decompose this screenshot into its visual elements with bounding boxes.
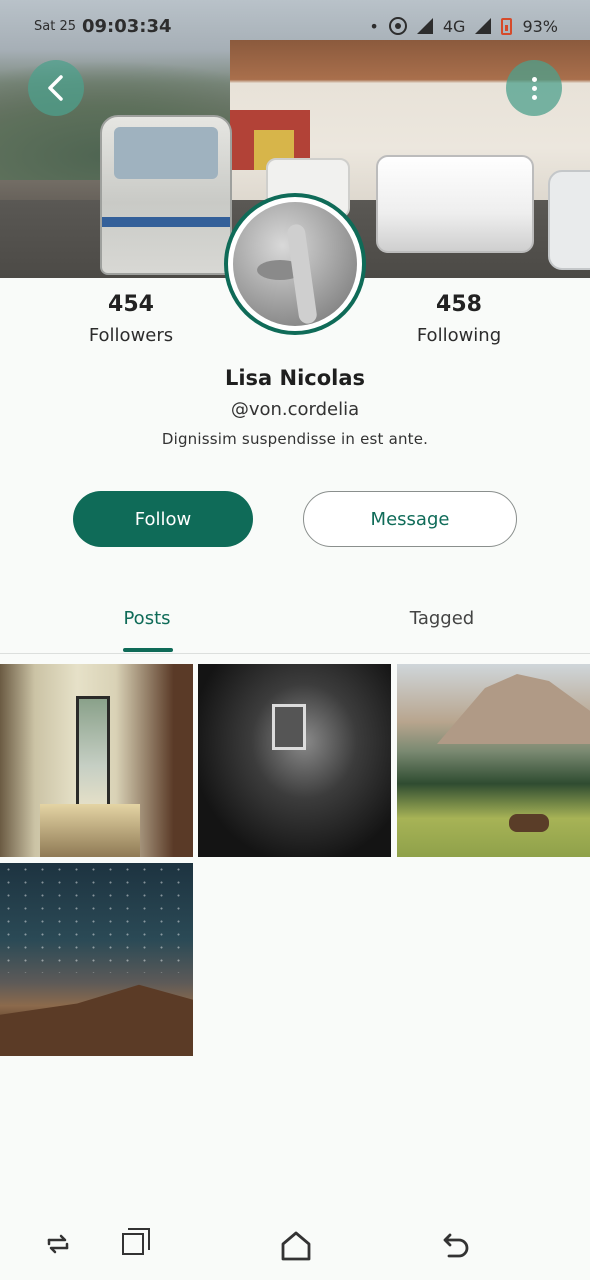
back-icon[interactable] bbox=[441, 1230, 471, 1260]
followers-stat[interactable]: 454 Followers bbox=[41, 292, 221, 346]
profile-handle: @von.cordelia bbox=[230, 399, 360, 420]
post-thumbnail[interactable] bbox=[0, 863, 193, 1056]
active-tab-indicator bbox=[123, 648, 173, 652]
post-thumbnail[interactable] bbox=[0, 664, 193, 857]
following-count: 458 bbox=[436, 292, 482, 317]
status-time: 09:03:34 bbox=[82, 15, 172, 37]
battery-level: 93% bbox=[522, 16, 558, 36]
back-button[interactable] bbox=[28, 60, 84, 116]
more-vertical-icon bbox=[531, 76, 537, 100]
profile-bio: Dignissim suspendisse in est ante. bbox=[161, 430, 429, 448]
post-thumbnail[interactable] bbox=[397, 664, 590, 857]
tab-posts[interactable]: Posts bbox=[67, 608, 227, 629]
status-day: Sat 25 bbox=[34, 18, 76, 34]
followers-count: 454 bbox=[108, 292, 154, 317]
signal-icon bbox=[416, 18, 433, 34]
following-stat[interactable]: 458 Following bbox=[369, 292, 549, 346]
profile-screen: Sat 25 09:03:34 • 4G 93% 454 Followers 4… bbox=[0, 0, 590, 1280]
follow-button[interactable]: Follow bbox=[73, 491, 253, 547]
profile-name: Lisa Nicolas bbox=[224, 366, 366, 390]
recent-apps-icon[interactable] bbox=[122, 1228, 150, 1255]
home-icon[interactable] bbox=[280, 1230, 312, 1262]
chevron-left-icon bbox=[48, 75, 63, 101]
avatar-photo bbox=[233, 202, 357, 326]
hotspot-icon bbox=[388, 17, 407, 35]
message-button[interactable]: Message bbox=[303, 491, 517, 547]
dot-icon: • bbox=[369, 16, 379, 36]
tab-tagged[interactable]: Tagged bbox=[362, 608, 522, 629]
profile-tabs: Posts Tagged bbox=[0, 596, 590, 654]
post-thumbnail[interactable] bbox=[198, 664, 391, 857]
network-type: 4G bbox=[442, 16, 466, 36]
more-options-button[interactable] bbox=[506, 60, 562, 116]
followers-label: Followers bbox=[88, 325, 174, 346]
avatar[interactable] bbox=[224, 193, 366, 335]
signal-icon-2 bbox=[475, 18, 492, 34]
rotate-icon[interactable] bbox=[44, 1230, 72, 1258]
status-bar: Sat 25 09:03:34 • 4G 93% bbox=[0, 0, 590, 52]
following-label: Following bbox=[416, 325, 502, 346]
system-nav-bar bbox=[0, 1216, 590, 1280]
battery-icon bbox=[501, 17, 513, 35]
status-icons: • 4G 93% bbox=[369, 17, 558, 36]
